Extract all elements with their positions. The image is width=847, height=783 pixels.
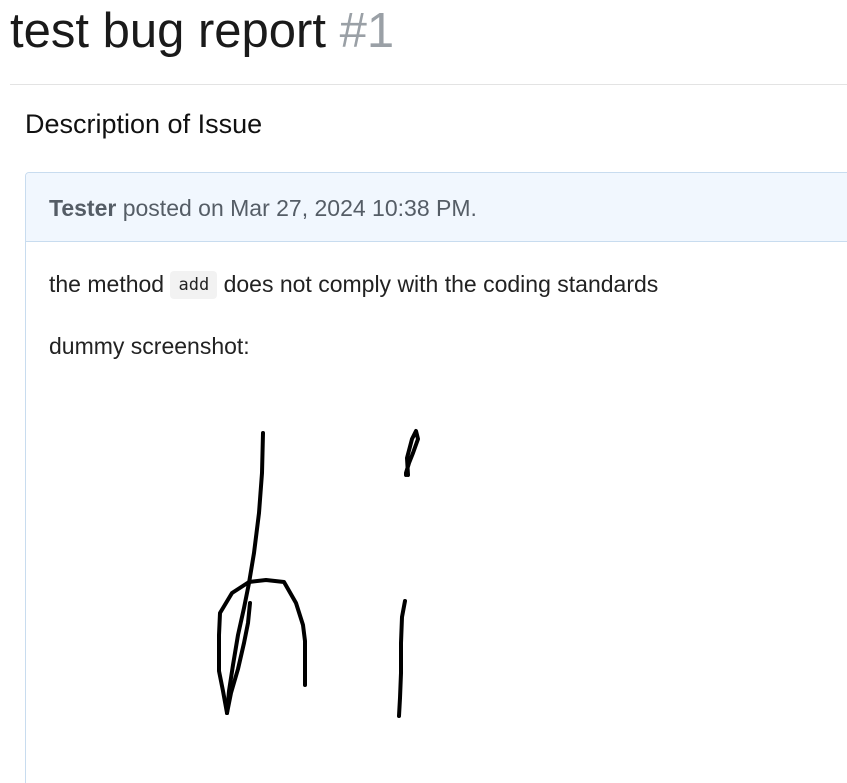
section-heading: Description of Issue — [25, 109, 263, 139]
issue-number: #1 — [339, 4, 395, 58]
issue-title-text: test bug report — [10, 4, 326, 58]
issue-title: test bug report #1 — [10, 0, 394, 62]
dummy-screenshot-image — [217, 429, 420, 718]
handwriting-stroke-i-dot — [404, 429, 420, 477]
handwriting-stroke-h-loop — [225, 601, 252, 715]
issue-page: test bug report #1 Description of Issue … — [0, 0, 847, 783]
handwriting-stroke-h — [225, 431, 265, 715]
handwriting-stroke-i — [397, 599, 407, 718]
title-divider — [10, 84, 847, 85]
comment-card: Tester posted on Mar 27, 2024 10:38 PM. … — [25, 172, 847, 783]
